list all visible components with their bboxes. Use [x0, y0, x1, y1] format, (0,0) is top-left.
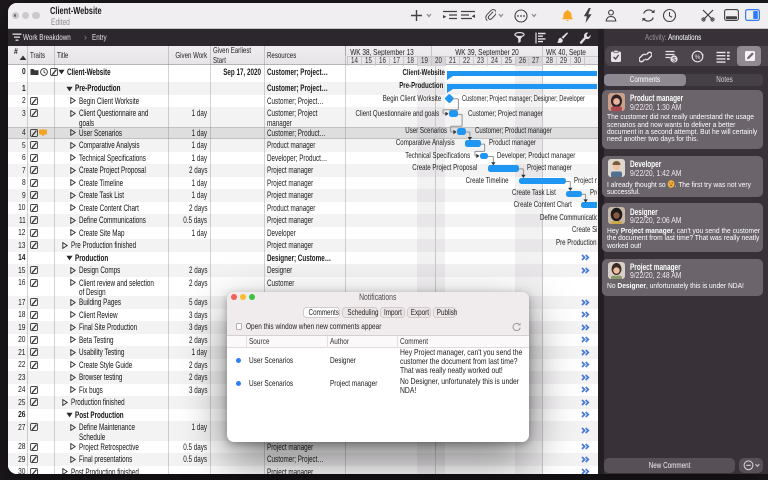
svg-text:$: $ — [672, 56, 676, 63]
svg-text:%: % — [694, 54, 700, 61]
